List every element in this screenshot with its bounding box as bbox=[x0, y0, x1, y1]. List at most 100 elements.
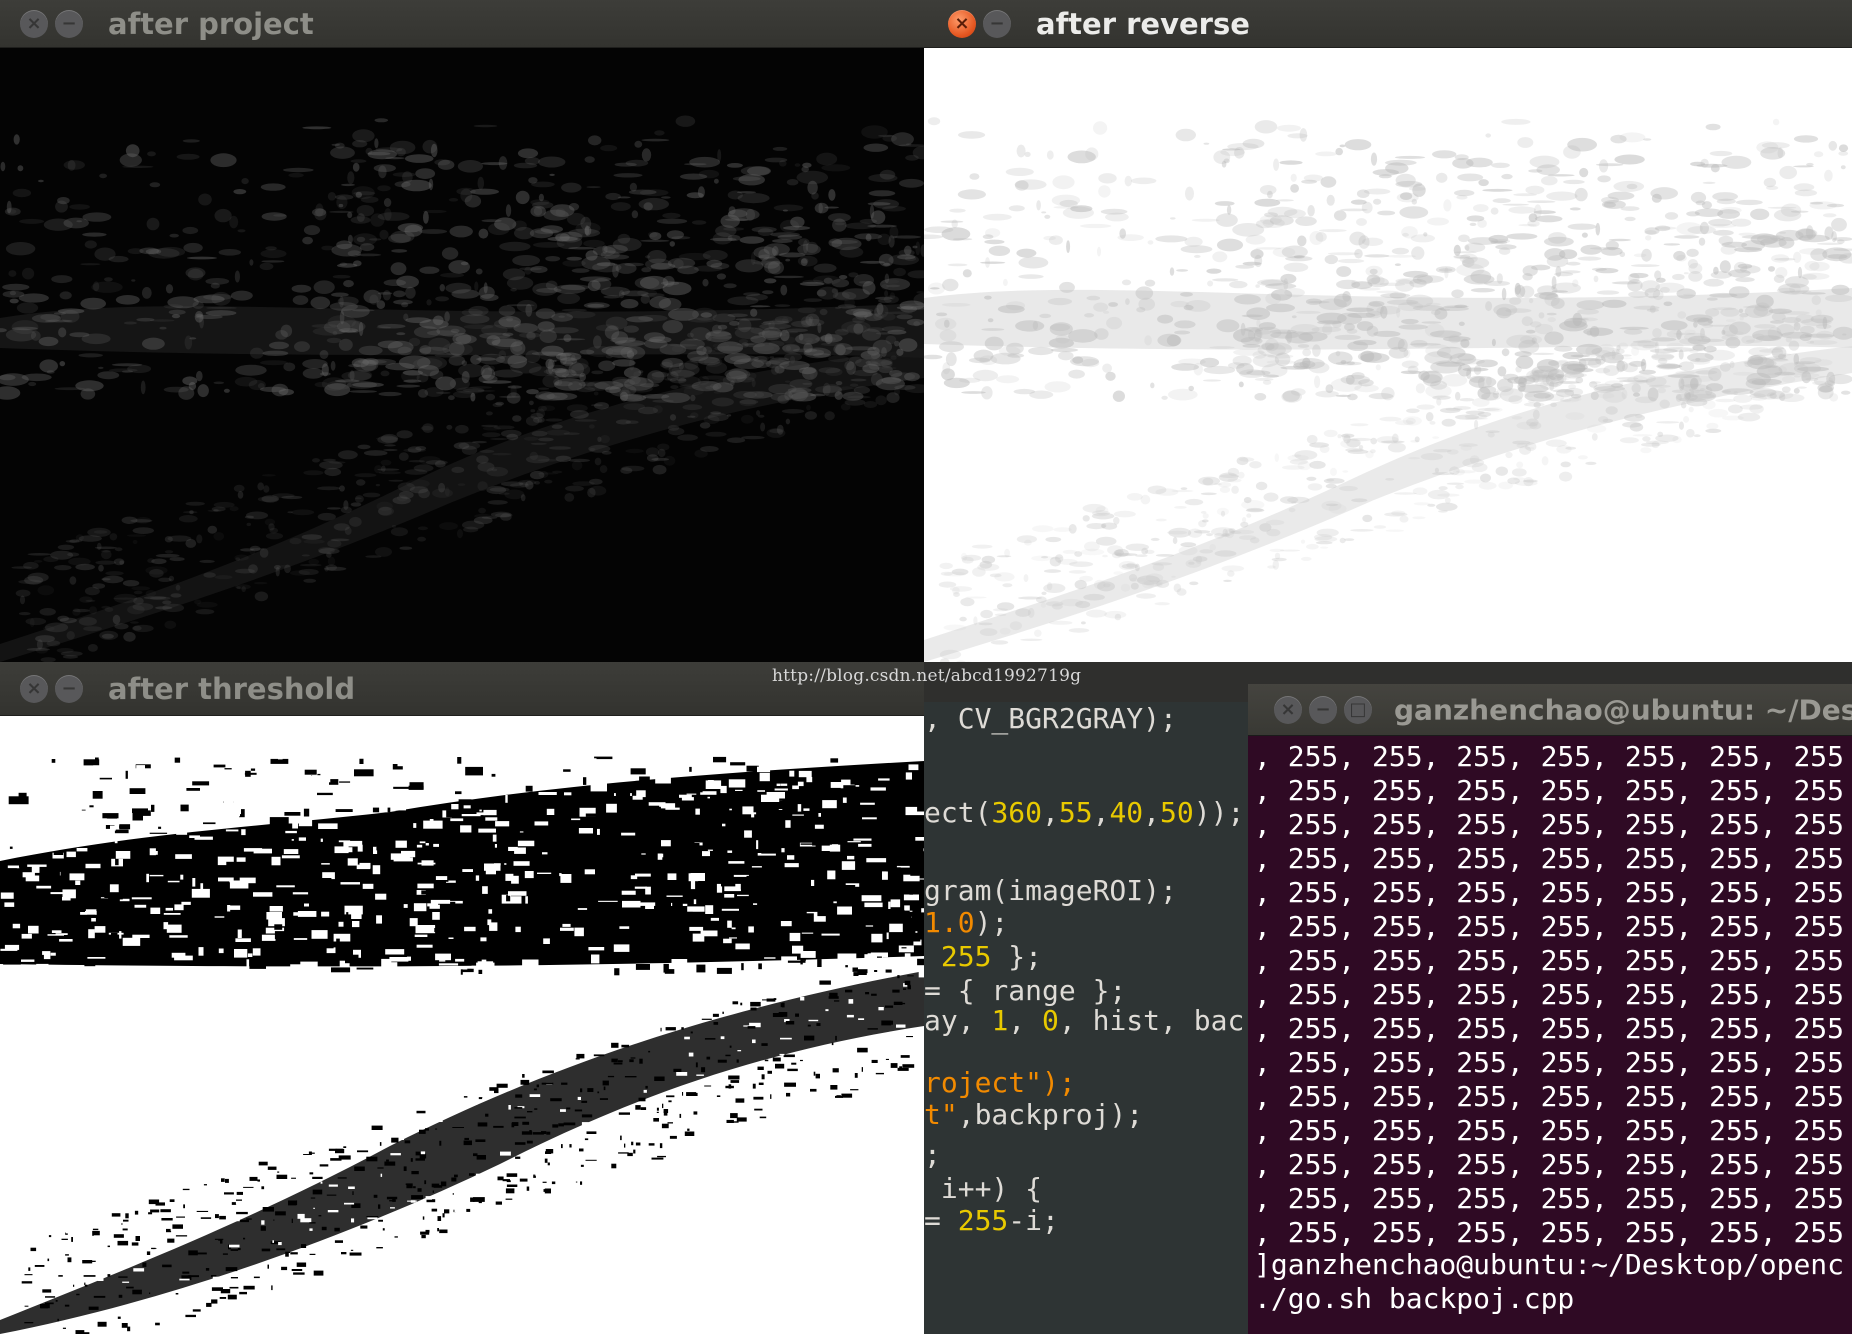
image-texture-mark bbox=[1632, 434, 1653, 437]
image-texture-mark bbox=[1574, 187, 1588, 202]
image-texture-mark bbox=[291, 284, 312, 293]
after-reverse-titlebar[interactable]: × − after reverse bbox=[924, 0, 1852, 48]
terminal-value-line: , 255, 255, 255, 255, 255, 255, 255 bbox=[1254, 876, 1845, 909]
image-texture-mark bbox=[624, 262, 644, 267]
minimize-icon[interactable]: − bbox=[1309, 695, 1337, 724]
image-texture-mark bbox=[1339, 144, 1346, 148]
threshold-texture-mark bbox=[455, 958, 465, 962]
image-texture-mark bbox=[1464, 479, 1485, 484]
code-editor[interactable]: , CV_BGR2GRAY); ect(360,55,40,50)); gram(i… bbox=[924, 702, 1248, 1334]
image-texture-mark bbox=[1124, 175, 1132, 187]
threshold-texture-mark bbox=[420, 1151, 426, 1155]
threshold-texture-mark bbox=[421, 890, 428, 895]
image-texture-mark bbox=[1241, 314, 1263, 318]
code-token: 50 bbox=[1160, 796, 1194, 829]
after-project-titlebar[interactable]: × − after project bbox=[0, 0, 924, 48]
minimize-icon[interactable]: − bbox=[55, 674, 83, 703]
image-texture-mark bbox=[601, 450, 612, 455]
image-texture-mark bbox=[1410, 234, 1435, 243]
image-texture-mark bbox=[1340, 374, 1370, 385]
threshold-texture-mark bbox=[466, 1208, 471, 1212]
image-texture-mark bbox=[1175, 128, 1196, 142]
image-texture-mark bbox=[605, 192, 621, 201]
threshold-texture-mark bbox=[550, 874, 557, 883]
threshold-texture-mark bbox=[301, 1156, 305, 1159]
image-texture-mark bbox=[58, 327, 67, 338]
image-texture-mark bbox=[1365, 450, 1374, 459]
threshold-texture-mark bbox=[607, 1075, 615, 1078]
maximize-icon[interactable]: □ bbox=[1344, 695, 1372, 724]
threshold-texture-mark bbox=[789, 870, 802, 879]
image-texture-mark bbox=[1212, 278, 1239, 282]
image-texture-mark bbox=[545, 418, 563, 422]
image-texture-mark bbox=[472, 440, 487, 444]
threshold-texture-mark bbox=[672, 831, 682, 835]
threshold-texture-mark bbox=[892, 790, 908, 797]
minimize-icon[interactable]: − bbox=[55, 9, 83, 38]
image-texture-mark bbox=[199, 559, 215, 563]
terminal-titlebar[interactable]: × − □ ganzhenchao@ubuntu: ~/Desktop bbox=[1248, 684, 1852, 736]
image-texture-mark bbox=[652, 405, 663, 414]
threshold-texture-mark bbox=[511, 875, 519, 884]
threshold-texture-mark bbox=[618, 1152, 629, 1154]
terminal-output[interactable]: , 255, 255, 255, 255, 255, 255, 255 , 255… bbox=[1248, 736, 1852, 1334]
close-icon[interactable]: × bbox=[20, 674, 48, 703]
threshold-texture-mark bbox=[292, 821, 298, 829]
threshold-texture-mark bbox=[696, 964, 706, 973]
image-texture-mark bbox=[1813, 151, 1824, 158]
image-texture-mark bbox=[1036, 200, 1041, 211]
threshold-texture-mark bbox=[93, 801, 108, 809]
image-texture-mark bbox=[1490, 207, 1499, 215]
threshold-texture-mark bbox=[107, 805, 121, 808]
close-icon[interactable]: × bbox=[20, 9, 48, 38]
image-texture-mark bbox=[834, 306, 842, 309]
threshold-texture-mark bbox=[134, 774, 151, 784]
threshold-texture-mark bbox=[149, 832, 168, 834]
image-texture-mark bbox=[115, 295, 140, 305]
image-texture-mark bbox=[82, 232, 107, 237]
image-texture-mark bbox=[1585, 461, 1597, 465]
image-texture-mark bbox=[1414, 436, 1420, 443]
image-texture-mark bbox=[259, 262, 274, 271]
image-texture-mark bbox=[1463, 274, 1495, 285]
threshold-texture-mark bbox=[257, 1179, 260, 1182]
image-texture-mark bbox=[483, 282, 488, 294]
threshold-texture-mark bbox=[129, 788, 146, 794]
close-icon[interactable]: × bbox=[1274, 695, 1302, 724]
image-texture-mark bbox=[1469, 222, 1477, 226]
threshold-texture-mark bbox=[759, 1116, 767, 1119]
threshold-texture-mark bbox=[451, 1177, 457, 1182]
image-texture-mark bbox=[589, 485, 607, 496]
close-icon[interactable]: × bbox=[948, 9, 976, 38]
minimize-icon[interactable]: − bbox=[983, 9, 1011, 38]
image-texture-mark bbox=[383, 448, 398, 452]
image-texture-mark bbox=[1633, 392, 1640, 397]
threshold-texture-mark bbox=[102, 813, 119, 819]
threshold-texture-mark bbox=[175, 1293, 179, 1295]
image-texture-mark bbox=[27, 553, 52, 556]
image-texture-mark bbox=[671, 236, 691, 240]
terminal-value-line: , 255, 255, 255, 255, 255, 255, 255 bbox=[1254, 1216, 1845, 1249]
terminal-command: ./go.sh backpoj.cpp bbox=[1254, 1282, 1575, 1315]
image-texture-mark bbox=[1487, 431, 1495, 438]
image-texture-mark bbox=[213, 381, 225, 385]
image-texture-mark bbox=[1126, 493, 1143, 501]
image-texture-mark bbox=[845, 346, 877, 351]
threshold-texture-mark bbox=[620, 765, 626, 774]
image-texture-mark bbox=[599, 465, 608, 474]
image-texture-mark bbox=[442, 342, 473, 356]
image-texture-mark bbox=[760, 360, 781, 365]
threshold-texture-mark bbox=[577, 1096, 581, 1100]
threshold-texture-mark bbox=[731, 927, 736, 930]
image-texture-mark bbox=[1501, 348, 1510, 357]
threshold-texture-mark bbox=[618, 1112, 630, 1115]
code-token: 55 bbox=[1058, 796, 1093, 829]
threshold-texture-mark bbox=[278, 1242, 282, 1246]
image-texture-mark bbox=[1546, 312, 1557, 316]
image-texture-mark bbox=[671, 345, 684, 353]
threshold-texture-mark bbox=[229, 1217, 240, 1222]
threshold-texture-mark bbox=[114, 829, 129, 834]
threshold-texture-mark bbox=[584, 944, 604, 947]
code-token: 40 bbox=[1109, 796, 1144, 829]
terminal-window[interactable]: × − □ ganzhenchao@ubuntu: ~/Desktop , 25… bbox=[1248, 684, 1852, 1334]
